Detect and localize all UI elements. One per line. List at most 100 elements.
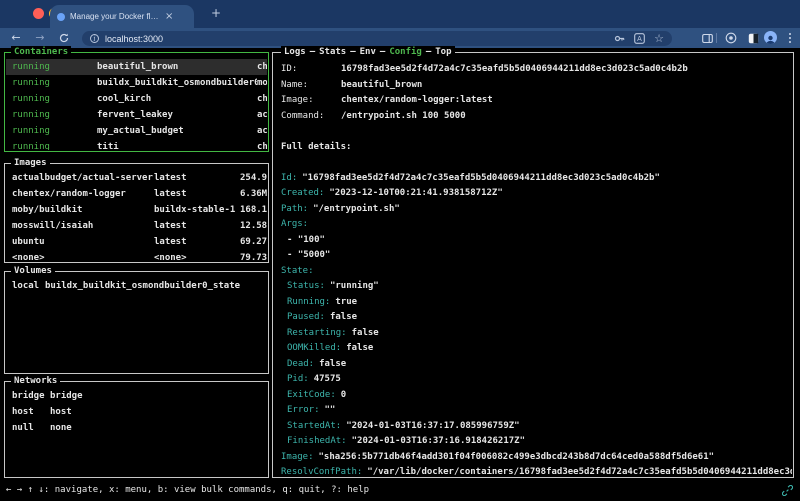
container-row[interactable]: running titi ch [6, 139, 267, 150]
container-name: titi [97, 142, 257, 150]
volumes-panel-title: Volumes [11, 265, 55, 278]
tab-env[interactable]: Env [360, 47, 376, 57]
container-name: fervent_leakey [97, 110, 257, 120]
close-window-button[interactable] [33, 8, 44, 19]
forward-icon[interactable]: → [32, 30, 48, 46]
inspector-panel: Logs—Stats—Env—Config—Top ID:16798fad3ee… [272, 52, 794, 478]
config-value: beautiful_brown [341, 80, 422, 90]
docker-tui: Containers running beautiful_brown ch ru… [0, 48, 800, 501]
image-row[interactable]: <none> <none> 79.73MB [6, 250, 267, 261]
image-name: <none> [12, 253, 154, 261]
address-bar[interactable]: i localhost:3000 A ☆ [82, 31, 672, 46]
config-value: chentex/random-logger:latest [341, 95, 493, 105]
network-driver: host [12, 407, 50, 417]
blank-line [281, 155, 792, 171]
browser-menu-kebab-icon[interactable] [786, 31, 794, 45]
detail-line: ResolvConfPath:"/var/lib/docker/containe… [281, 465, 792, 476]
container-name: beautiful_brown [97, 62, 257, 72]
container-status: running [12, 110, 97, 120]
detail-value: "2024-01-03T16:37:16.918426217Z" [352, 436, 525, 446]
container-image: mo [257, 78, 267, 88]
new-tab-button[interactable]: + [211, 6, 221, 20]
detail-key: Dead: [287, 359, 314, 369]
blank-line [281, 124, 792, 140]
extension-circle-icon[interactable] [724, 31, 738, 45]
tab-logs[interactable]: Logs [284, 47, 306, 57]
detail-line: Status:"running" [281, 279, 792, 295]
tab-close-icon[interactable]: × [165, 11, 173, 22]
image-name: ubuntu [12, 237, 154, 247]
translate-icon[interactable]: A [634, 33, 645, 44]
tab-config[interactable]: Config [389, 47, 422, 57]
network-name: bridge [50, 391, 267, 401]
dark-reader-extension-icon[interactable] [746, 31, 760, 45]
network-name: none [50, 423, 267, 433]
volume-row[interactable]: local buildx_buildkit_osmondbuilder0_sta… [6, 278, 267, 294]
config-content: ID:16798fad3ee5d2f4d72a4c7c35eafd5b5d040… [281, 62, 792, 476]
side-panel-icon[interactable] [700, 31, 714, 45]
back-icon[interactable]: ← [8, 30, 24, 46]
container-image: ac [257, 126, 267, 136]
network-name: host [50, 407, 267, 417]
detail-key: Error: [287, 405, 320, 415]
detail-key: Pid: [287, 374, 309, 384]
container-row[interactable]: running buildx_buildkit_osmondbuilder0 m… [6, 75, 267, 91]
image-row[interactable]: mosswill/isaiah latest 12.58MB [6, 218, 267, 234]
container-row[interactable]: running fervent_leakey ac [6, 107, 267, 123]
image-row[interactable]: ubuntu latest 69.27MB [6, 234, 267, 250]
config-key: Image: [281, 93, 341, 109]
image-name: chentex/random-logger [12, 189, 154, 199]
container-row[interactable]: running cool_kirch ch [6, 91, 267, 107]
container-image: ch [257, 94, 267, 104]
image-row[interactable]: moby/buildkit buildx-stable-1 168.13MB [6, 202, 267, 218]
detail-line: Running:true [281, 295, 792, 311]
network-row[interactable]: null none [6, 420, 267, 436]
detail-value: "/entrypoint.sh" [313, 204, 400, 214]
images-panel-title: Images [11, 157, 50, 170]
password-key-icon[interactable] [614, 33, 625, 44]
image-row[interactable]: actualbudget/actual-server latest 254.9M… [6, 170, 267, 186]
detail-line: Created:"2023-12-10T00:21:41.938158712Z" [281, 186, 792, 202]
container-image: ch [257, 142, 267, 150]
config-summary-line: Image:chentex/random-logger:latest [281, 93, 792, 109]
containers-list: running beautiful_brown ch running build… [6, 59, 267, 150]
detail-value: 0 [341, 390, 346, 400]
detail-value: "/var/lib/docker/containers/16798fad3ee5… [367, 467, 792, 476]
browser-chrome: Manage your Docker fleet w × + ← → i loc… [0, 0, 800, 48]
detail-line: Pid:47575 [281, 372, 792, 388]
image-size: 12.58MB [240, 221, 267, 231]
image-tag: latest [154, 189, 240, 199]
profile-avatar[interactable] [764, 31, 777, 44]
site-info-icon[interactable]: i [90, 34, 99, 43]
url-text: localhost:3000 [105, 34, 163, 44]
full-details-heading: Full details: [281, 140, 792, 156]
detail-line: ExitCode:0 [281, 388, 792, 404]
detail-line: OOMKilled:false [281, 341, 792, 357]
image-tag: <none> [154, 253, 240, 261]
keybinding-statusbar: ← → ↑ ↓: navigate, x: menu, b: view bulk… [6, 485, 369, 495]
tab-stats[interactable]: Stats [319, 47, 346, 57]
network-row[interactable]: bridge bridge [6, 388, 267, 404]
volume-driver: local [12, 281, 45, 291]
network-row[interactable]: host host [6, 404, 267, 420]
svg-text:A: A [637, 36, 642, 43]
bookmark-star-icon[interactable]: ☆ [654, 33, 664, 44]
config-key: ID: [281, 62, 341, 78]
container-row[interactable]: running my_actual_budget ac [6, 123, 267, 139]
container-name: cool_kirch [97, 94, 257, 104]
image-size: 69.27MB [240, 237, 267, 247]
networks-panel-title: Networks [11, 375, 60, 388]
tab-top[interactable]: Top [435, 47, 451, 57]
tab-favicon-icon [57, 13, 65, 21]
config-key: Command: [281, 109, 341, 125]
container-name: my_actual_budget [97, 126, 257, 136]
detail-key: Image: [281, 452, 314, 462]
reload-icon[interactable] [56, 30, 72, 46]
detail-value: true [335, 297, 357, 307]
browser-tab[interactable]: Manage your Docker fleet w × [50, 5, 194, 28]
image-row[interactable]: chentex/random-logger latest 6.36MB [6, 186, 267, 202]
detail-key: Created: [281, 188, 324, 198]
container-row-selected[interactable]: running beautiful_brown ch [6, 59, 267, 75]
detail-line: State: [281, 264, 792, 280]
connection-link-icon [782, 485, 793, 499]
